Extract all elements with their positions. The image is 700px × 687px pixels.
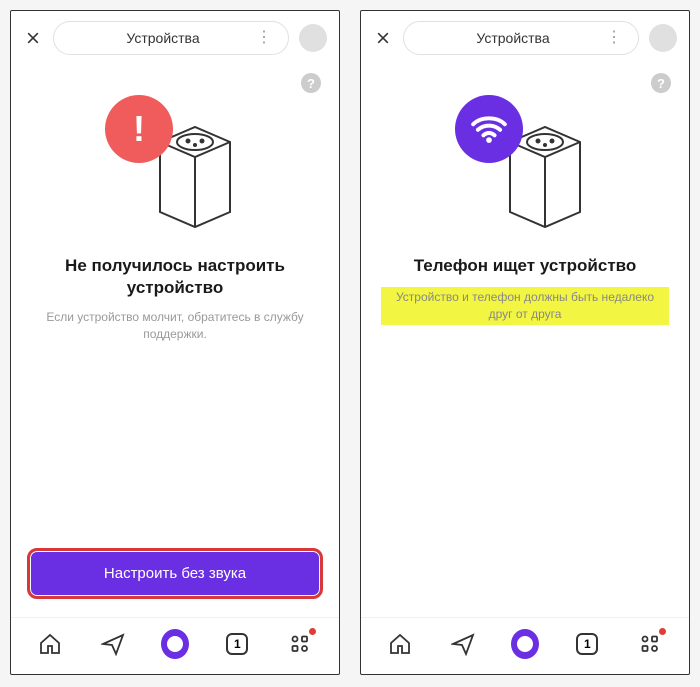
header-title: Устройства bbox=[476, 30, 549, 46]
notification-dot bbox=[309, 628, 316, 635]
error-badge: ! bbox=[105, 95, 173, 163]
nav-send[interactable] bbox=[449, 630, 477, 658]
illustration bbox=[450, 95, 600, 235]
nav-assistant[interactable] bbox=[161, 630, 189, 658]
header-title: Устройства bbox=[126, 30, 199, 46]
subtext: Если устройство молчит, обратитесь в слу… bbox=[31, 309, 319, 343]
menu-icon bbox=[638, 632, 662, 656]
assistant-icon bbox=[511, 629, 539, 659]
screen-left: Устройства ⋮ ? ! Не получилось настроить… bbox=[10, 10, 340, 675]
close-icon bbox=[375, 30, 391, 46]
nav-tabs[interactable]: 1 bbox=[573, 630, 601, 658]
heading: Не получилось настроить устройство bbox=[31, 255, 319, 299]
tabs-icon: 1 bbox=[576, 633, 598, 655]
close-button[interactable] bbox=[373, 28, 393, 48]
title-pill[interactable]: Устройства ⋮ bbox=[403, 21, 639, 55]
wifi-icon bbox=[470, 110, 508, 148]
help-icon[interactable]: ? bbox=[651, 73, 671, 93]
assistant-icon bbox=[161, 629, 189, 659]
menu-icon bbox=[288, 632, 312, 656]
nav-tabs[interactable]: 1 bbox=[223, 630, 251, 658]
wifi-badge bbox=[455, 95, 523, 163]
nav-menu[interactable] bbox=[286, 630, 314, 658]
title-pill[interactable]: Устройства ⋮ bbox=[53, 21, 289, 55]
bottom-nav: 1 bbox=[361, 617, 689, 674]
tabs-icon: 1 bbox=[226, 633, 248, 655]
nav-home[interactable] bbox=[386, 630, 414, 658]
header: Устройства ⋮ bbox=[11, 11, 339, 65]
header: Устройства ⋮ bbox=[361, 11, 689, 65]
avatar[interactable] bbox=[649, 24, 677, 52]
nav-menu[interactable] bbox=[636, 630, 664, 658]
subtext: Устройство и телефон должны быть недалек… bbox=[381, 287, 669, 325]
send-icon bbox=[101, 632, 125, 656]
setup-silent-button[interactable]: Настроить без звука bbox=[27, 548, 323, 599]
content: ? ! Не получилось настроить устройство Е… bbox=[11, 65, 339, 617]
nav-home[interactable] bbox=[36, 630, 64, 658]
home-icon bbox=[388, 632, 412, 656]
close-icon bbox=[25, 30, 41, 46]
screen-right: Устройства ⋮ ? bbox=[360, 10, 690, 675]
help-icon[interactable]: ? bbox=[301, 73, 321, 93]
nav-assistant[interactable] bbox=[511, 630, 539, 658]
content: ? Телефон ищет устройство Устройство и bbox=[361, 65, 689, 617]
more-icon[interactable]: ⋮ bbox=[606, 30, 622, 46]
bottom-nav: 1 bbox=[11, 617, 339, 674]
avatar[interactable] bbox=[299, 24, 327, 52]
send-icon bbox=[451, 632, 475, 656]
notification-dot bbox=[659, 628, 666, 635]
more-icon[interactable]: ⋮ bbox=[256, 30, 272, 46]
exclaim-icon: ! bbox=[133, 108, 145, 150]
home-icon bbox=[38, 632, 62, 656]
nav-send[interactable] bbox=[99, 630, 127, 658]
heading: Телефон ищет устройство bbox=[414, 255, 637, 277]
close-button[interactable] bbox=[23, 28, 43, 48]
illustration: ! bbox=[100, 95, 250, 235]
